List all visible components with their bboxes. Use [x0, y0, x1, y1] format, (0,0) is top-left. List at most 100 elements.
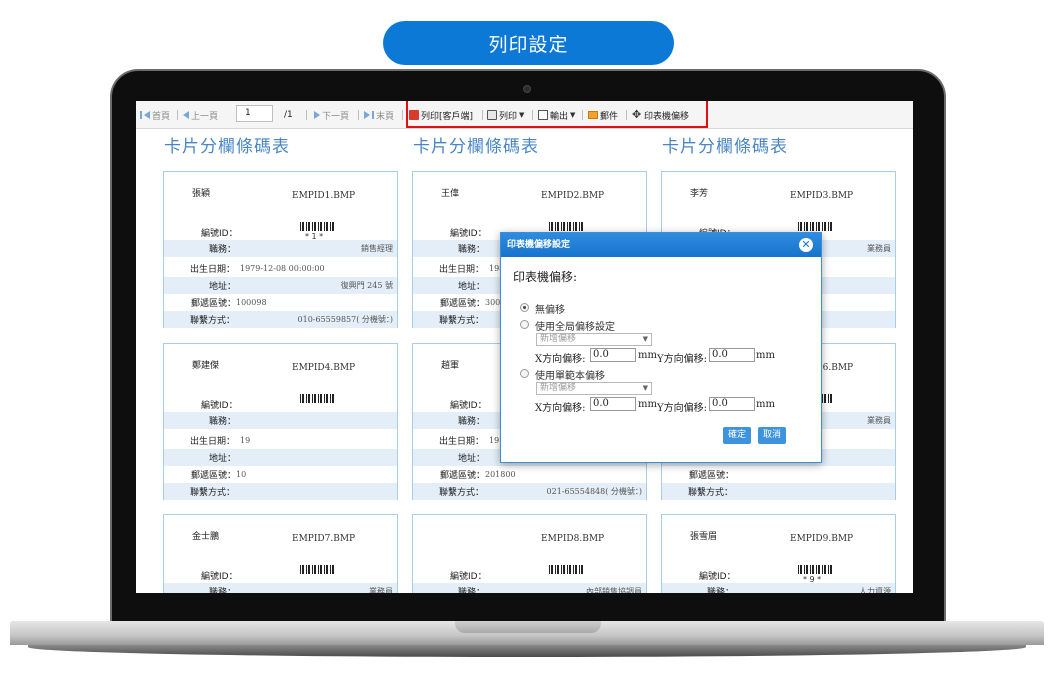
column-title: 卡片分欄條碼表 — [662, 137, 788, 157]
unit-label: mm — [756, 350, 775, 361]
opt-global-label: 使用全局偏移設定 — [535, 322, 615, 333]
field-label: 編號ID： — [450, 572, 487, 582]
employee-name: 金士鵬 — [192, 532, 220, 542]
highlight-box — [406, 101, 708, 128]
field-value: 銷售經理 — [361, 244, 393, 253]
employee-name: 趙軍 — [441, 361, 460, 371]
field-label: 職務： — [458, 245, 486, 255]
field-value: 業務員 — [369, 587, 393, 593]
dialog-header: 印表機偏移設定 ✕ — [501, 233, 821, 257]
ok-button[interactable]: 確定 — [723, 427, 752, 444]
radio-global-offset[interactable] — [520, 320, 529, 329]
next-icon — [314, 111, 320, 119]
radio-template-offset[interactable] — [520, 369, 529, 378]
x-offset-input[interactable]: 0.0 — [590, 348, 636, 362]
card-row: 地址： 復興門 245 號 — [164, 277, 397, 294]
field-label: 編號ID： — [201, 401, 238, 411]
opt-no-offset-label: 無偏移 — [535, 305, 565, 316]
card-row: 職務： 銷售經理 — [164, 240, 397, 257]
x-offset-input[interactable]: 0.0 — [590, 397, 636, 411]
field-value: 1979-12-08 00:00:00 — [240, 264, 325, 273]
field-label: 聯繫方式： — [439, 488, 485, 498]
global-offset-select[interactable]: 新增偏移 ▼ — [536, 333, 652, 346]
field-label: 職務： — [458, 417, 486, 427]
field-value: 021-65554848( 分機號：) — [546, 487, 642, 496]
prev-page-button[interactable]: 上一頁 — [183, 101, 218, 129]
card-row: 編號ID： — [164, 396, 397, 413]
page-total: /1 — [284, 110, 293, 120]
page: 列印設定 首頁 上一頁 1 /1 下一頁 末頁 列印[客戶端] 列印 ▼ 輸出 … — [0, 0, 1058, 677]
field-value: 業務員 — [867, 416, 891, 425]
card-row: 郵遞區號： 10 — [164, 466, 397, 483]
barcode-image — [300, 222, 336, 231]
next-page-button[interactable]: 下一頁 — [314, 101, 349, 129]
field-value: 201800 — [485, 470, 516, 479]
card-row: 職務： — [164, 412, 397, 429]
card-row: 出生日期： 1979-12-08 00:00:00 — [164, 260, 397, 277]
close-icon[interactable]: ✕ — [799, 238, 813, 252]
field-label: 聯繫方式： — [688, 488, 734, 498]
field-label: 職務： — [209, 245, 237, 255]
employee-name: 李芳 — [690, 189, 709, 199]
template-offset-select[interactable]: 新增偏移 ▼ — [536, 382, 652, 395]
employee-name: 張雪眉 — [690, 532, 718, 542]
employee-card: 鄭建傑 EMPID4.BMP 編號ID： 職務： 出生日期： 19 地址： 郵遞區號： 10 聯繫… — [163, 343, 398, 500]
field-value: 業務員 — [867, 244, 891, 253]
field-label: 出生日期： — [190, 437, 236, 447]
employee-card: 金士鵬EMPID7.BMP編號ID：職務：業務員出生日期：地址：成府路 119 … — [163, 514, 398, 593]
radio-no-offset[interactable] — [520, 303, 529, 312]
section-title: 印表機偏移: — [513, 270, 578, 284]
last-page-button[interactable]: 末頁 — [364, 101, 394, 129]
employee-image-name: EMPID4.BMP — [292, 363, 356, 373]
x-offset-label: X方向偏移: — [535, 403, 586, 414]
field-label: 職務： — [209, 417, 237, 427]
y-offset-input[interactable]: 0.0 — [709, 397, 755, 411]
field-value: 19 — [240, 436, 251, 445]
y-offset-label: Y方向偏移: — [657, 403, 707, 414]
employee-card: 張穎 EMPID1.BMP 編號ID： * 1 * 職務： 銷售經理 出生日期： 1979-1… — [163, 171, 398, 328]
field-value: 10 — [236, 470, 247, 479]
unit-label: mm — [756, 399, 775, 410]
barcode-image — [300, 565, 336, 574]
field-label: 出生日期： — [439, 437, 485, 447]
field-value: 人力資源 — [859, 587, 891, 593]
field-label: 郵遞區號： — [440, 299, 486, 309]
unit-label: mm — [638, 399, 657, 410]
prev-icon — [183, 111, 189, 119]
field-label: 編號ID： — [201, 572, 238, 582]
barcode-image — [300, 394, 336, 403]
chevron-down-icon: ▼ — [642, 384, 648, 392]
card-row: 郵遞區號： 201800 — [413, 466, 646, 483]
employee-name: 鄭建傑 — [192, 361, 220, 371]
field-label: 聯繫方式： — [190, 316, 236, 326]
field-value: 復興門 245 號 — [340, 281, 393, 290]
chevron-down-icon: ▼ — [642, 335, 648, 343]
employee-image-name: EMPID8.BMP — [541, 534, 605, 544]
field-label: 地址： — [458, 454, 486, 464]
printer-offset-dialog: 印表機偏移設定 ✕ 印表機偏移: 無偏移 使用全局偏移設定 新增偏移 ▼ X方向偏… — [500, 232, 822, 463]
y-offset-input[interactable]: 0.0 — [709, 348, 755, 362]
employee-card: EMPID8.BMP編號ID：職務：內部銷售協調員出生日期：地址：德圓門 76 … — [412, 514, 647, 593]
employee-image-name: EMPID3.BMP — [790, 191, 854, 201]
first-page-button[interactable]: 首頁 — [140, 101, 170, 129]
field-label: 地址： — [209, 454, 237, 464]
card-row: 職務： 業務員 — [164, 583, 397, 593]
page-title: 列印設定 — [383, 21, 674, 65]
card-row: 地址： — [164, 449, 397, 466]
field-label: 編號ID： — [201, 229, 238, 239]
employee-image-name: EMPID2.BMP — [541, 191, 605, 201]
card-row: 編號ID： — [662, 567, 895, 584]
field-label: 地址： — [458, 282, 486, 292]
laptop-notch — [455, 621, 601, 633]
camera-icon — [523, 85, 531, 93]
card-row: 聯繫方式： 021-65554848( 分機號：) — [413, 483, 646, 500]
screen: 首頁 上一頁 1 /1 下一頁 末頁 列印[客戶端] 列印 ▼ 輸出 ▼ 郵件 … — [136, 101, 913, 593]
field-value: 19 — [489, 436, 500, 445]
field-label: 職務： — [209, 588, 237, 593]
cancel-button[interactable]: 取消 — [758, 427, 787, 444]
page-number-input[interactable]: 1 — [236, 105, 273, 122]
card-row: 編號ID： — [164, 567, 397, 584]
field-label: 出生日期： — [190, 265, 236, 275]
field-value: 內部銷售協調員 — [586, 587, 642, 593]
dialog-title: 印表機偏移設定 — [507, 240, 571, 250]
